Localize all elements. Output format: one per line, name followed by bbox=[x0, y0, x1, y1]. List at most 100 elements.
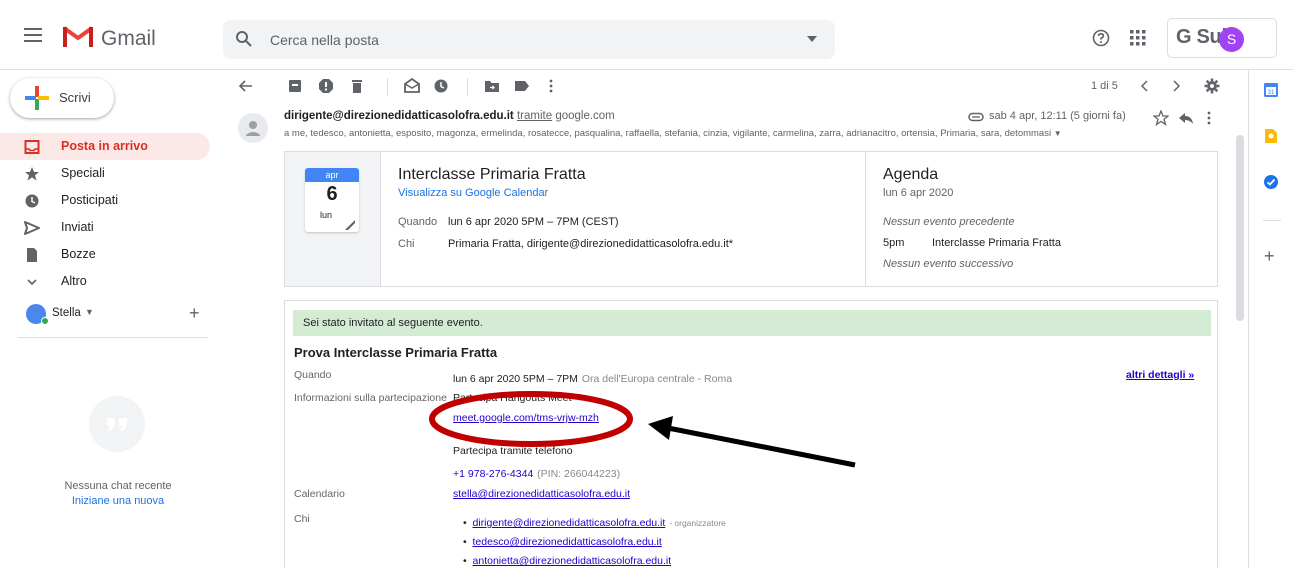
online-status-icon bbox=[41, 317, 49, 325]
sidebar-item-snoozed[interactable]: Posticipati bbox=[0, 187, 210, 214]
attendee-email[interactable]: tedesco@direzionedidatticasolofra.edu.it bbox=[473, 536, 662, 548]
agenda-next-text: Nessun evento successivo bbox=[883, 258, 1014, 270]
back-arrow-icon[interactable] bbox=[238, 78, 254, 94]
agenda-event[interactable]: Interclasse Primaria Fratta bbox=[932, 237, 1061, 249]
settings-gear-icon[interactable] bbox=[1204, 78, 1220, 94]
more-options-icon[interactable] bbox=[543, 78, 559, 94]
sidebar-item-drafts[interactable]: Bozze bbox=[0, 241, 210, 268]
sidebar-item-label: Inviati bbox=[61, 220, 94, 234]
message-more-icon[interactable] bbox=[1206, 110, 1212, 126]
sidebar-item-label: Altro bbox=[61, 274, 87, 288]
draft-icon bbox=[24, 247, 40, 263]
more-details-link[interactable]: altri dettagli » bbox=[1126, 369, 1194, 381]
account-avatar[interactable]: S bbox=[1219, 27, 1244, 52]
agenda-title: Agenda bbox=[883, 166, 939, 183]
side-panel-divider bbox=[1263, 220, 1281, 221]
bullet: • bbox=[463, 536, 473, 548]
attendee-email[interactable]: dirigente@direzionedidatticasolofra.edu.… bbox=[473, 517, 666, 529]
invitation-box: Sei stato invitato al seguente evento. P… bbox=[284, 300, 1218, 568]
help-icon[interactable] bbox=[1092, 29, 1110, 47]
invite-when-row: lun 6 apr 2020 5PM – 7PM Ora dell'Europa… bbox=[453, 369, 732, 385]
keep-addon-icon[interactable] bbox=[1264, 128, 1278, 144]
delete-icon[interactable] bbox=[349, 78, 365, 94]
agenda-time: 5pm bbox=[883, 237, 905, 249]
compose-button[interactable]: Scrivi bbox=[10, 78, 114, 118]
agenda-prev-text: Nessun evento precedente bbox=[883, 216, 1015, 228]
app-name[interactable]: Gmail bbox=[101, 27, 156, 51]
invite-when-label: Quando bbox=[294, 369, 332, 381]
sidebar-item-more[interactable]: Altro bbox=[0, 268, 210, 295]
calendar-value[interactable]: stella@direzionedidatticasolofra.edu.it bbox=[453, 488, 630, 500]
reply-icon[interactable] bbox=[1178, 111, 1194, 125]
label-icon[interactable] bbox=[514, 78, 530, 94]
newer-chevron-icon[interactable] bbox=[1137, 78, 1153, 94]
sidebar-item-label: Bozze bbox=[61, 247, 96, 261]
attachment-icon bbox=[968, 112, 984, 122]
via-domain: google.com bbox=[555, 110, 615, 122]
phone-number[interactable]: +1 978-276-4344 bbox=[453, 468, 533, 480]
message-date: sab 4 apr, 12:11 (5 giorni fa) bbox=[989, 110, 1126, 122]
attendee-row: • antonietta@direzionedidatticasolofra.e… bbox=[463, 551, 671, 567]
event-who-label: Chi bbox=[398, 238, 415, 250]
star-outline-icon[interactable] bbox=[1153, 110, 1169, 126]
search-options-icon[interactable] bbox=[807, 36, 817, 42]
report-spam-icon[interactable] bbox=[318, 78, 334, 94]
via-link[interactable]: tramite bbox=[517, 110, 552, 122]
event-card-date-panel: apr 6 lun bbox=[285, 152, 381, 286]
recipients-list[interactable]: a me, tedesco, antonietta, esposito, mag… bbox=[284, 128, 1062, 139]
attendee-row: • dirigente@direzionedidatticasolofra.ed… bbox=[463, 513, 726, 529]
hangouts-user-row[interactable]: Stella ▼ + bbox=[0, 300, 210, 330]
attendee-email[interactable]: antonietta@direzionedidatticasolofra.edu… bbox=[473, 555, 672, 567]
agenda-date: lun 6 apr 2020 bbox=[883, 187, 954, 199]
older-chevron-icon[interactable] bbox=[1168, 78, 1184, 94]
move-to-icon[interactable] bbox=[484, 78, 500, 94]
gmail-logo-icon[interactable] bbox=[62, 24, 94, 48]
search-input[interactable] bbox=[270, 20, 770, 59]
bullet: • bbox=[463, 517, 473, 529]
new-chat-plus-icon[interactable]: + bbox=[189, 303, 200, 324]
calendar-month: apr bbox=[305, 168, 359, 182]
main-menu-icon[interactable] bbox=[24, 28, 42, 46]
meet-link[interactable]: meet.google.com/tms-vrjw-mzh bbox=[453, 412, 599, 424]
sidebar-item-label: Speciali bbox=[61, 166, 105, 180]
sidebar-item-inbox[interactable]: Posta in arrivo bbox=[0, 133, 210, 160]
search-bar[interactable] bbox=[223, 20, 835, 59]
star-icon bbox=[24, 166, 40, 182]
apps-grid-icon[interactable] bbox=[1130, 30, 1146, 46]
chevron-down-icon bbox=[24, 274, 40, 290]
event-who-value: Primaria Fratta, dirigente@direzionedida… bbox=[448, 238, 734, 250]
recipients-caret-icon[interactable]: ▼ bbox=[1054, 129, 1062, 138]
calendar-addon-icon[interactable]: 31 bbox=[1263, 82, 1279, 98]
user-name[interactable]: Stella bbox=[52, 307, 81, 319]
card-divider bbox=[865, 152, 866, 286]
calendar-date-badge: apr 6 lun bbox=[305, 168, 359, 232]
calendar-weekday: lun bbox=[319, 210, 332, 220]
user-menu-caret-icon[interactable]: ▼ bbox=[85, 307, 94, 317]
chat-new-link[interactable]: Iniziane una nuova bbox=[0, 495, 236, 507]
sender-email[interactable]: dirigente@direzionedidatticasolofra.edu.… bbox=[284, 110, 514, 122]
attendee-role: - organizzatore bbox=[669, 518, 726, 528]
recipients-text: a me, tedesco, antonietta, esposito, mag… bbox=[284, 128, 1052, 139]
invite-when-value: lun 6 apr 2020 5PM – 7PM bbox=[453, 373, 578, 385]
snooze-icon[interactable] bbox=[433, 78, 449, 94]
invite-when-timezone: Ora dell'Europa centrale - Roma bbox=[581, 373, 733, 385]
scrollbar-thumb[interactable] bbox=[1236, 135, 1244, 321]
sidebar-item-starred[interactable]: Speciali bbox=[0, 160, 210, 187]
sidebar-item-label: Posta in arrivo bbox=[61, 139, 148, 153]
hangouts-label: Partecipa Hangouts Meet bbox=[453, 392, 572, 404]
sender-avatar[interactable] bbox=[238, 113, 268, 143]
toolbar-divider bbox=[467, 78, 468, 96]
clock-icon bbox=[24, 193, 40, 209]
archive-icon[interactable] bbox=[287, 78, 303, 94]
mark-unread-icon[interactable] bbox=[404, 78, 420, 94]
page-curl-icon bbox=[345, 220, 355, 230]
sidebar-item-sent[interactable]: Inviati bbox=[0, 214, 210, 241]
phone-pin: (PIN: 266044223) bbox=[537, 468, 621, 480]
get-addons-plus-icon[interactable]: + bbox=[1264, 246, 1275, 267]
top-header: Gmail G Suite S bbox=[0, 0, 1293, 70]
search-icon[interactable] bbox=[235, 30, 253, 48]
sidebar-item-label: Posticipati bbox=[61, 193, 118, 207]
compose-label: Scrivi bbox=[59, 90, 91, 105]
view-in-calendar-link[interactable]: Visualizza su Google Calendar bbox=[398, 187, 548, 199]
tasks-addon-icon[interactable] bbox=[1263, 174, 1279, 190]
